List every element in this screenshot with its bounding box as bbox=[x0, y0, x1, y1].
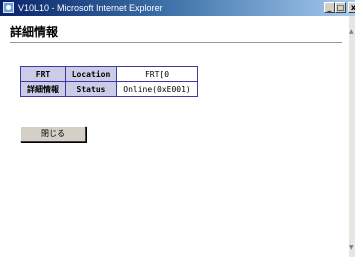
status-value: Online(0xE001) bbox=[116, 81, 198, 97]
table-row: 詳細情報 Status Online(0xE001) bbox=[20, 81, 198, 97]
title-bar: V10L10 - Microsoft Internet Explorer _ □… bbox=[0, 0, 355, 16]
table-row: FRT Location FRT[0 bbox=[20, 66, 198, 82]
ie-app-icon bbox=[3, 2, 14, 13]
scroll-up-icon[interactable]: ▲ bbox=[349, 28, 355, 36]
page-title: 詳細情報 bbox=[10, 25, 59, 39]
row-header-frt: FRT bbox=[20, 66, 66, 82]
vertical-scrollbar[interactable] bbox=[349, 16, 355, 257]
close-window-button[interactable]: x bbox=[348, 2, 355, 13]
scroll-down-icon[interactable]: ▼ bbox=[349, 244, 355, 252]
title-divider bbox=[10, 42, 342, 44]
detail-table: FRT Location FRT[0 詳細情報 Status Online(0x… bbox=[20, 66, 198, 97]
window-title: V10L10 - Microsoft Internet Explorer bbox=[18, 3, 163, 13]
close-button[interactable]: 閉じる bbox=[20, 126, 86, 142]
maximize-button[interactable]: □ bbox=[335, 2, 346, 13]
row-header-detail: 詳細情報 bbox=[20, 81, 66, 97]
location-value: FRT[0 bbox=[116, 66, 198, 82]
status-label: Status bbox=[65, 81, 117, 97]
browser-window: V10L10 - Microsoft Internet Explorer _ □… bbox=[0, 0, 355, 257]
location-label: Location bbox=[65, 66, 117, 82]
minimize-button[interactable]: _ bbox=[324, 2, 335, 13]
